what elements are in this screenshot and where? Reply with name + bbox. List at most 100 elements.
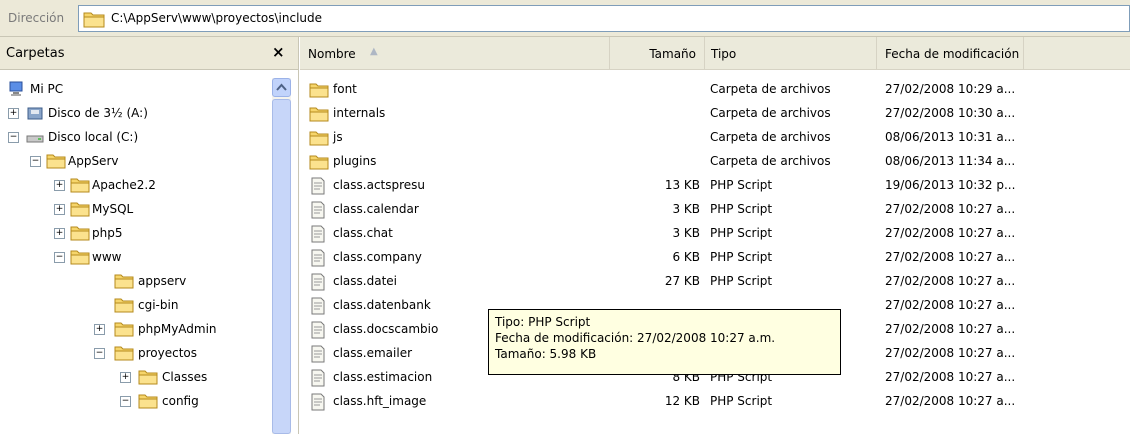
- file-row[interactable]: class.actspresu 13 KB PHP Script 19/06/2013…: [300, 174, 1130, 198]
- file-tooltip: Tipo: PHP Script Fecha de modificación: …: [488, 309, 841, 375]
- column-modified-label: Fecha de modificación: [885, 47, 1020, 61]
- file-row[interactable]: plugins Carpeta de archivos 08/06/2013 11:…: [300, 150, 1130, 174]
- folder-icon: [114, 296, 134, 317]
- file-name: internals: [333, 106, 386, 120]
- tree-item-appserv-sub[interactable]: appserv: [0, 270, 270, 294]
- address-input[interactable]: C:\AppServ\www\proyectos\include: [78, 5, 1130, 32]
- tree-item-proyectos[interactable]: − proyectos: [0, 342, 270, 366]
- file-row[interactable]: class.datei 27 KB PHP Script 27/02/2008 10:…: [300, 270, 1130, 294]
- file-row[interactable]: class.calendar 3 KB PHP Script 27/02/2008 1…: [300, 198, 1130, 222]
- folder-icon: [114, 344, 134, 365]
- file-modified: 27/02/2008 10:27 a...: [885, 322, 1016, 336]
- file-size: 27 KB: [664, 274, 700, 288]
- folder-icon: [309, 105, 329, 126]
- tree-item-label: Mi PC: [30, 82, 64, 96]
- file-type: PHP Script: [710, 250, 773, 264]
- file-row[interactable]: class.chat 3 KB PHP Script 27/02/2008 10:27…: [300, 222, 1130, 246]
- file-type: Carpeta de archivos: [710, 82, 831, 96]
- folders-pane: Carpetas × Mi PC + Disco de 3½ (A:) − Di…: [0, 37, 299, 434]
- file-size: 6 KB: [672, 250, 700, 264]
- column-name[interactable]: Nombre ▲: [300, 37, 610, 70]
- file-row[interactable]: js Carpeta de archivos 08/06/2013 10:31 a.…: [300, 126, 1130, 150]
- tree-item-label: php5: [92, 226, 123, 240]
- file-size: 13 KB: [664, 178, 700, 192]
- tree-item-label: Apache2.2: [92, 178, 156, 192]
- tree-item-phpmyadmin[interactable]: + phpMyAdmin: [0, 318, 270, 342]
- drive-icon: [26, 128, 44, 149]
- column-size[interactable]: Tamaño: [610, 37, 705, 70]
- file-name: font: [333, 82, 357, 96]
- expand-icon[interactable]: +: [94, 324, 105, 335]
- tree-item-label: phpMyAdmin: [138, 322, 217, 336]
- file-name: class.docscambio: [333, 322, 439, 336]
- php-file-icon: [309, 273, 327, 294]
- file-type: PHP Script: [710, 394, 773, 408]
- folder-icon: [114, 320, 134, 341]
- file-type: PHP Script: [710, 226, 773, 240]
- file-name: class.datenbank: [333, 298, 431, 312]
- tree-item-php5[interactable]: + php5: [0, 222, 270, 246]
- file-row[interactable]: font Carpeta de archivos 27/02/2008 10:29 …: [300, 78, 1130, 102]
- file-type: Carpeta de archivos: [710, 106, 831, 120]
- column-type-label: Tipo: [711, 47, 737, 61]
- tooltip-type: Tipo: PHP Script: [495, 315, 591, 329]
- file-name: js: [333, 130, 343, 144]
- file-row[interactable]: internals Carpeta de archivos 27/02/2008 1…: [300, 102, 1130, 126]
- tree-item-floppy[interactable]: + Disco de 3½ (A:): [0, 102, 270, 126]
- php-file-icon: [309, 201, 327, 222]
- php-file-icon: [309, 249, 327, 270]
- file-size: 12 KB: [664, 394, 700, 408]
- collapse-icon[interactable]: −: [8, 132, 19, 143]
- folders-header: Carpetas ×: [0, 37, 298, 70]
- file-modified: 27/02/2008 10:27 a...: [885, 274, 1016, 288]
- file-name: class.calendar: [333, 202, 419, 216]
- file-type: PHP Script: [710, 202, 773, 216]
- tree-item-appserv[interactable]: − AppServ: [0, 150, 270, 174]
- expand-icon[interactable]: +: [54, 228, 65, 239]
- expand-icon[interactable]: +: [54, 180, 65, 191]
- tree-item-disco-local[interactable]: − Disco local (C:): [0, 126, 270, 150]
- file-modified: 27/02/2008 10:27 a...: [885, 394, 1016, 408]
- scroll-up-button[interactable]: [272, 78, 291, 97]
- collapse-icon[interactable]: −: [94, 348, 105, 359]
- file-name: class.estimacion: [333, 370, 433, 384]
- tree-item-label: config: [162, 394, 199, 408]
- folder-icon: [114, 272, 134, 293]
- collapse-icon[interactable]: −: [54, 252, 65, 263]
- php-file-icon: [309, 369, 327, 390]
- tree-item-classes[interactable]: + Classes: [0, 366, 270, 390]
- php-file-icon: [309, 297, 327, 318]
- column-type[interactable]: Tipo: [705, 37, 877, 70]
- expand-icon[interactable]: +: [120, 372, 131, 383]
- file-type: PHP Script: [710, 274, 773, 288]
- expand-icon[interactable]: +: [8, 108, 19, 119]
- vertical-scrollbar[interactable]: [272, 78, 291, 434]
- file-modified: 08/06/2013 10:31 a...: [885, 130, 1016, 144]
- folder-icon: [309, 129, 329, 150]
- folder-icon: [83, 10, 105, 31]
- tree-item-apache[interactable]: + Apache2.2: [0, 174, 270, 198]
- folder-icon: [309, 81, 329, 102]
- expand-icon[interactable]: +: [54, 204, 65, 215]
- file-row[interactable]: class.hft_image 12 KB PHP Script 27/02/2008…: [300, 390, 1130, 414]
- php-file-icon: [309, 225, 327, 246]
- tree-item-mysql[interactable]: + MySQL: [0, 198, 270, 222]
- folder-icon: [70, 224, 90, 245]
- folder-icon: [138, 368, 158, 389]
- tree-item-label: www: [92, 250, 122, 264]
- scroll-thumb[interactable]: [272, 99, 291, 434]
- tree-item-mi-pc[interactable]: Mi PC: [0, 78, 270, 102]
- column-modified[interactable]: Fecha de modificación: [877, 37, 1024, 70]
- collapse-icon[interactable]: −: [30, 156, 41, 167]
- tree-item-cgi-bin[interactable]: cgi-bin: [0, 294, 270, 318]
- tree-item-label: Disco local (C:): [48, 130, 139, 144]
- file-modified: 27/02/2008 10:27 a...: [885, 226, 1016, 240]
- tree-item-label: appserv: [138, 274, 187, 288]
- file-modified: 27/02/2008 10:27 a...: [885, 202, 1016, 216]
- collapse-icon[interactable]: −: [120, 396, 131, 407]
- tree-item-www[interactable]: − www: [0, 246, 270, 270]
- tree-item-config[interactable]: − config: [0, 390, 270, 414]
- close-icon[interactable]: ×: [272, 43, 285, 61]
- file-modified: 19/06/2013 10:32 p...: [885, 178, 1016, 192]
- file-row[interactable]: class.company 6 KB PHP Script 27/02/2008 10…: [300, 246, 1130, 270]
